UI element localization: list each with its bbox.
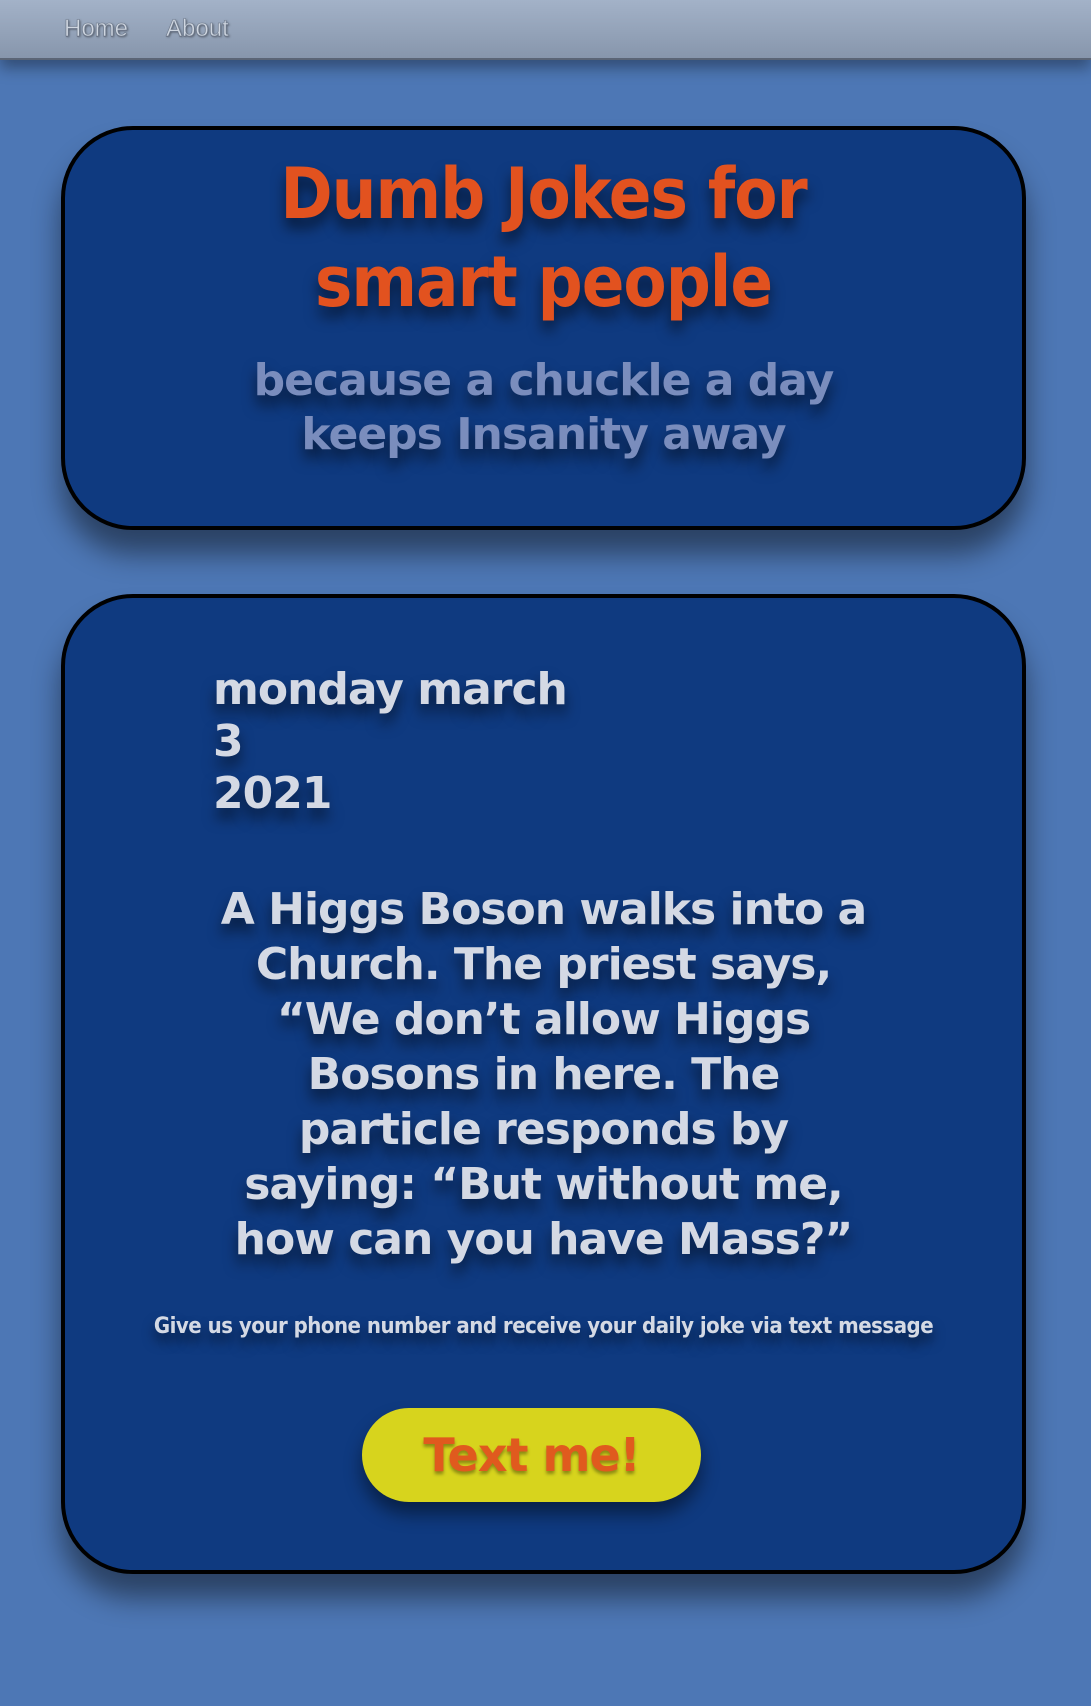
joke-date-year: 2021	[213, 768, 332, 819]
joke-date-day: monday march 3	[213, 664, 568, 767]
joke-date: monday march 3 2021	[213, 664, 573, 820]
nav-home-link[interactable]: Home	[64, 15, 129, 43]
text-me-button-label: Text me!	[423, 1428, 640, 1482]
joke-card: monday march 3 2021 A Higgs Boson walks …	[61, 594, 1026, 1574]
signup-prompt: Give us your phone number and receive yo…	[153, 1314, 934, 1339]
page-subtitle: because a chuckle a day keeps Insanity a…	[253, 355, 835, 460]
text-me-button[interactable]: Text me!	[362, 1408, 701, 1502]
header-card: Dumb Jokes for smart people because a ch…	[61, 126, 1026, 530]
top-navbar: Home About	[0, 0, 1091, 60]
nav-about-link[interactable]: About	[166, 15, 229, 43]
joke-text: A Higgs Boson walks into a Church. The p…	[220, 884, 867, 1265]
page-title: Dumb Jokes for smart people	[280, 153, 807, 323]
